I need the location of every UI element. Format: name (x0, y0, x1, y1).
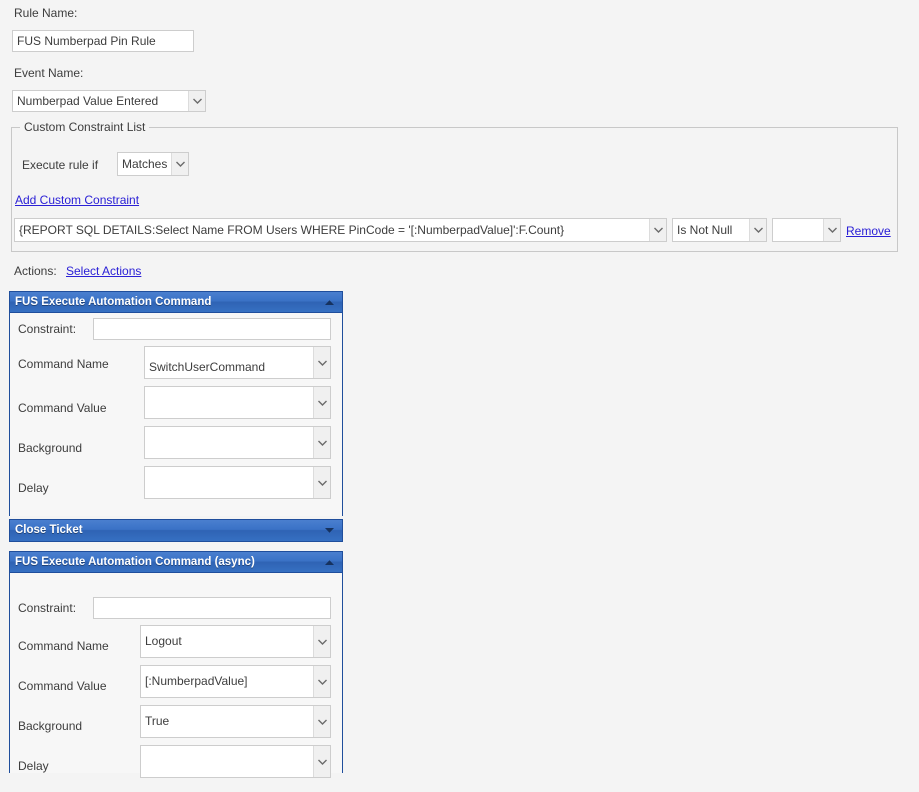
chevron-down-icon (649, 219, 666, 241)
remove-constraint-link[interactable]: Remove (846, 224, 891, 238)
action-panel-title: FUS Execute Automation Command (15, 296, 212, 308)
panel3-command-name-select[interactable]: Logout (140, 625, 331, 658)
command-value-label: Command Value (18, 401, 107, 415)
chevron-up-icon[interactable] (322, 292, 336, 312)
event-name-label: Event Name: (14, 66, 84, 80)
custom-constraint-list-legend: Custom Constraint List (20, 120, 150, 134)
chevron-down-icon (313, 626, 330, 657)
add-custom-constraint-link[interactable]: Add Custom Constraint (15, 193, 139, 207)
select-actions-link[interactable]: Select Actions (66, 264, 141, 278)
action-panel-header[interactable]: FUS Execute Automation Command (async) (10, 552, 342, 573)
execute-rule-if-value: Matches (122, 157, 168, 171)
chevron-down-icon (313, 666, 330, 697)
actions-label: Actions: (14, 264, 57, 278)
chevron-down-icon (313, 746, 330, 777)
action-panel-title: FUS Execute Automation Command (async) (15, 556, 255, 568)
panel3-command-value-select[interactable]: [:NumberpadValue] (140, 665, 331, 698)
action-panel-close-ticket: Close Ticket (9, 519, 343, 542)
panel3-background-value: True (145, 714, 170, 728)
panel1-background-select[interactable] (144, 426, 331, 459)
constraint-expression-value: {REPORT SQL DETAILS:Select Name FROM Use… (19, 223, 565, 237)
chevron-down-icon (313, 467, 330, 498)
constraint-label: Constraint: (18, 601, 77, 615)
constraint-label: Constraint: (18, 322, 77, 336)
execute-rule-if-label: Execute rule if (22, 158, 99, 172)
panel3-background-select[interactable]: True (140, 705, 331, 738)
chevron-down-icon (749, 219, 766, 241)
action-panel-fus-execute-automation-command: FUS Execute Automation Command Constrain… (9, 291, 343, 516)
chevron-down-icon (313, 387, 330, 418)
chevron-down-icon (188, 91, 205, 111)
panel1-constraint-input[interactable] (93, 318, 331, 340)
command-name-label: Command Name (18, 639, 109, 653)
command-value-label: Command Value (18, 679, 107, 693)
execute-rule-if-select[interactable]: Matches (117, 152, 189, 176)
action-panel-header[interactable]: Close Ticket (10, 520, 342, 541)
action-panel-fus-execute-automation-command-async: FUS Execute Automation Command (async) C… (9, 551, 343, 778)
action-panel-body: Constraint: Command Name SwitchUserComma… (10, 313, 342, 516)
background-label: Background (18, 719, 83, 733)
constraint-value-select[interactable] (772, 218, 841, 242)
event-name-select-value: Numberpad Value Entered (17, 94, 159, 108)
background-label: Background (18, 441, 83, 455)
panel3-delay-select[interactable] (140, 745, 331, 778)
chevron-down-icon (313, 706, 330, 737)
event-name-select[interactable]: Numberpad Value Entered (12, 90, 206, 112)
chevron-down-icon (171, 153, 188, 175)
panel3-command-value-text: [:NumberpadValue] (145, 674, 248, 688)
rule-editor-page: Rule Name: FUS Numberpad Pin Rule Event … (0, 0, 919, 792)
action-panel-header[interactable]: FUS Execute Automation Command (10, 292, 342, 313)
chevron-down-icon (313, 427, 330, 458)
rule-name-input[interactable]: FUS Numberpad Pin Rule (12, 30, 194, 52)
constraint-expression-select[interactable]: {REPORT SQL DETAILS:Select Name FROM Use… (14, 218, 667, 242)
action-panel-body: Constraint: Command Name Logout Command … (10, 573, 342, 778)
panel3-command-name-value: Logout (145, 634, 182, 648)
delay-label: Delay (18, 759, 49, 773)
chevron-up-icon[interactable] (322, 552, 336, 572)
action-panel-title: Close Ticket (15, 524, 83, 536)
panel3-constraint-input[interactable] (93, 597, 331, 619)
panel1-command-name-select[interactable]: SwitchUserCommand (144, 346, 331, 379)
delay-label: Delay (18, 481, 49, 495)
panel1-command-value-select[interactable] (144, 386, 331, 419)
chevron-down-icon (823, 219, 840, 241)
panel1-delay-select[interactable] (144, 466, 331, 499)
constraint-operator-select[interactable]: Is Not Null (672, 218, 767, 242)
constraint-operator-value: Is Not Null (677, 223, 733, 237)
chevron-down-icon[interactable] (322, 520, 336, 541)
command-name-label: Command Name (18, 357, 109, 371)
rule-name-label: Rule Name: (14, 6, 78, 20)
chevron-down-icon (313, 347, 330, 378)
panel1-command-name-value: SwitchUserCommand (149, 360, 266, 374)
